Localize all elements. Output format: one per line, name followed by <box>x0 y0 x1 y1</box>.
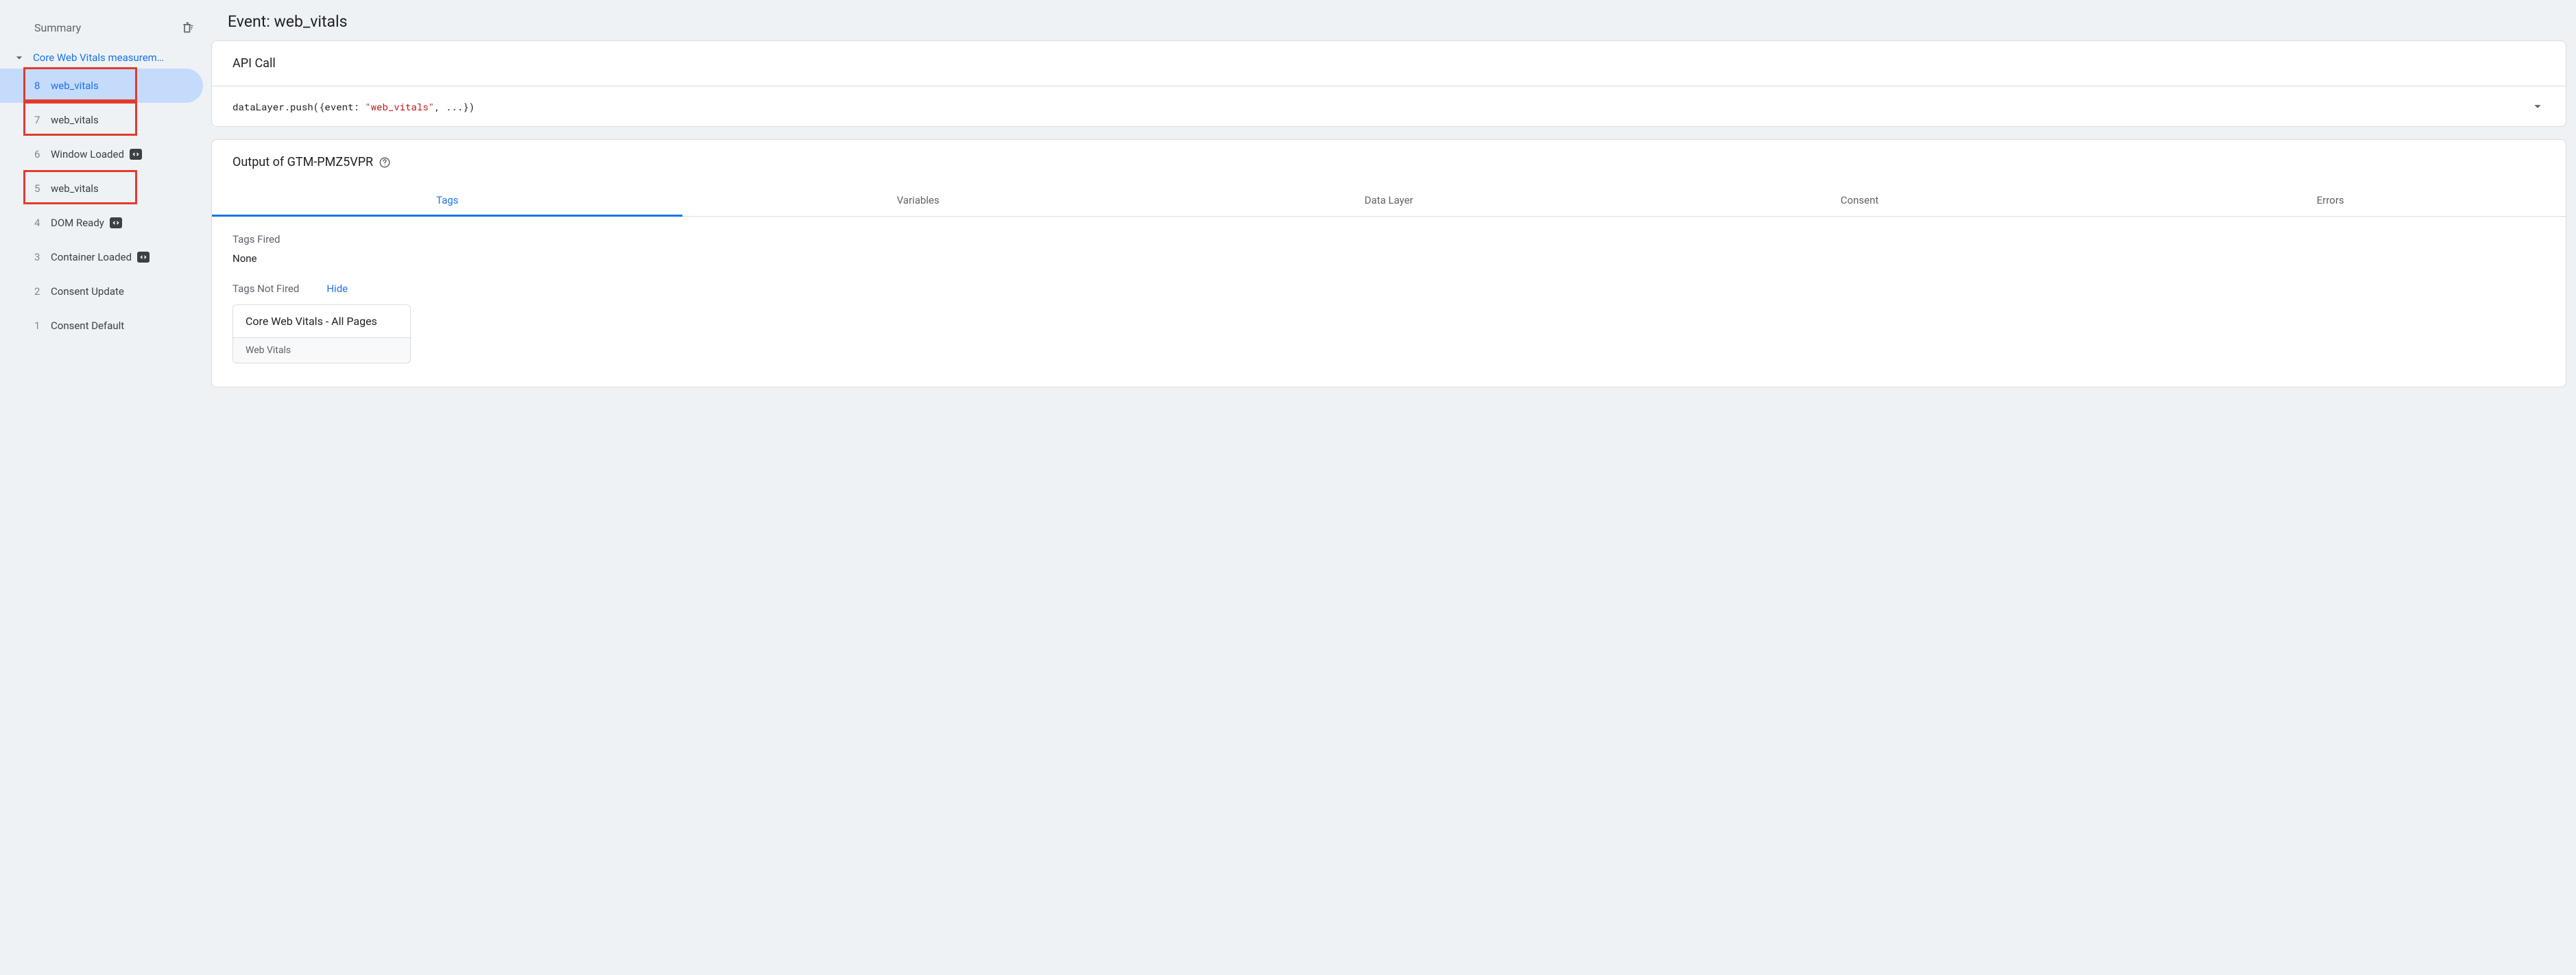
output-body: Tags Fired None Tags Not Fired Hide Core… <box>212 217 2566 387</box>
event-num: 2 <box>34 285 51 298</box>
tab-data-layer[interactable]: Data Layer <box>1154 184 1624 216</box>
hide-link[interactable]: Hide <box>326 282 348 295</box>
event-item-4[interactable]: 4DOM Ready <box>0 206 203 240</box>
session-row[interactable]: Core Web Vitals measurem… <box>0 47 207 69</box>
event-label: web_vitals <box>51 114 99 126</box>
event-num: 8 <box>34 80 51 92</box>
sidebar: Summary Core Web Vitals measurem… 8web_v… <box>0 0 207 975</box>
api-call-header: API Call <box>212 41 2566 86</box>
api-call-card: API Call dataLayer.push({event: "web_vit… <box>211 40 2566 127</box>
tag-card-type: Web Vitals <box>233 337 410 363</box>
output-header: Output of GTM-PMZ5VPR <box>212 140 2566 184</box>
tags-fired-label: Tags Fired <box>232 233 2545 245</box>
main: Event: web_vitals API Call dataLayer.pus… <box>207 0 2576 975</box>
tags-not-fired-label: Tags Not Fired <box>232 282 299 295</box>
event-num: 3 <box>34 251 51 263</box>
tag-card[interactable]: Core Web Vitals - All PagesWeb Vitals <box>232 304 411 363</box>
help-icon[interactable] <box>379 156 391 169</box>
event-label: Consent Update <box>51 285 124 298</box>
event-label: Window Loaded <box>51 148 124 160</box>
event-num: 5 <box>34 182 51 195</box>
event-num: 7 <box>34 114 51 126</box>
api-call-code: dataLayer.push({event: "web_vitals", ...… <box>232 100 475 113</box>
event-label: Consent Default <box>51 320 124 332</box>
event-list: 8web_vitals7web_vitals6Window Loaded5web… <box>0 69 207 343</box>
event-num: 4 <box>34 217 51 229</box>
event-item-6[interactable]: 6Window Loaded <box>0 137 203 171</box>
tags-fired-value: None <box>232 252 2545 265</box>
tab-tags[interactable]: Tags <box>212 184 682 216</box>
chevron-down-icon <box>12 51 26 64</box>
event-item-7[interactable]: 7web_vitals <box>0 103 203 137</box>
output-card: Output of GTM-PMZ5VPR TagsVariablesData … <box>211 139 2566 387</box>
event-label: DOM Ready <box>51 217 104 229</box>
tags-not-fired-row: Tags Not Fired Hide <box>232 282 2545 295</box>
trash-icon[interactable] <box>181 21 195 34</box>
event-num: 1 <box>34 320 51 332</box>
tab-errors[interactable]: Errors <box>2095 184 2566 216</box>
tab-variables[interactable]: Variables <box>682 184 1153 216</box>
output-header-text: Output of GTM-PMZ5VPR <box>232 155 373 169</box>
event-item-5[interactable]: 5web_vitals <box>0 171 203 206</box>
tab-consent[interactable]: Consent <box>1624 184 2095 216</box>
tag-card-title: Core Web Vitals - All Pages <box>233 305 410 337</box>
event-label: web_vitals <box>51 80 99 92</box>
chevron-down-icon[interactable] <box>2530 99 2545 114</box>
event-label: Container Loaded <box>51 251 132 263</box>
event-item-2[interactable]: 2Consent Update <box>0 274 203 309</box>
event-item-1[interactable]: 1Consent Default <box>0 309 203 343</box>
output-tabs: TagsVariablesData LayerConsentErrors <box>212 184 2566 217</box>
event-num: 6 <box>34 148 51 160</box>
tags-not-fired-list: Core Web Vitals - All PagesWeb Vitals <box>232 304 2545 366</box>
event-item-3[interactable]: 3Container Loaded <box>0 240 203 274</box>
summary-row[interactable]: Summary <box>0 14 207 47</box>
summary-title: Summary <box>34 21 81 34</box>
code-icon <box>137 252 150 263</box>
code-icon <box>110 217 122 228</box>
code-icon <box>130 149 142 160</box>
page-title: Event: web_vitals <box>211 10 2566 40</box>
session-title: Core Web Vitals measurem… <box>33 51 200 64</box>
api-call-body[interactable]: dataLayer.push({event: "web_vitals", ...… <box>212 86 2566 126</box>
event-item-8[interactable]: 8web_vitals <box>0 69 203 103</box>
event-label: web_vitals <box>51 182 99 195</box>
